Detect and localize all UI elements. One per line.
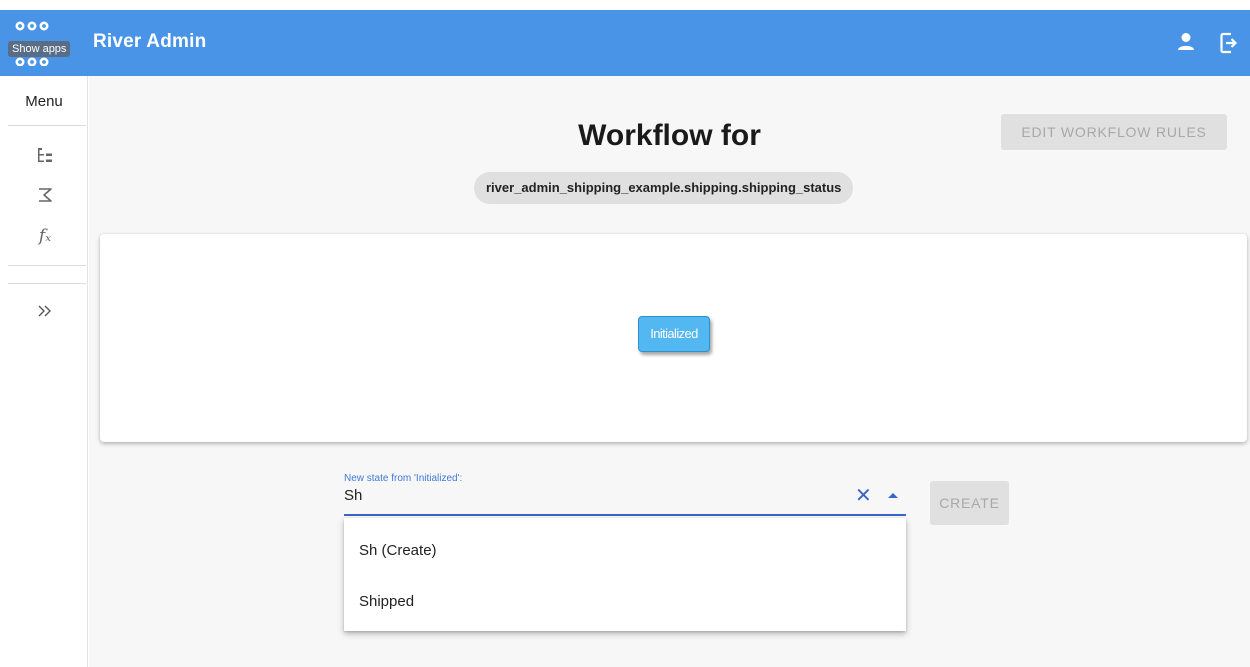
logout-icon[interactable] [1220,32,1238,59]
show-apps-button[interactable]: Show apps [6,20,71,66]
sidebar-divider [8,125,86,126]
sigma-icon[interactable] [33,186,57,209]
sidebar: Menu 𝑓ₓ [0,76,88,667]
user-icon[interactable] [1177,32,1195,57]
top-app-bar: Show apps River Admin [0,10,1250,76]
workflow-id-chip: river_admin_shipping_example.shipping.sh… [474,172,854,204]
edit-workflow-rules-button[interactable]: EDIT WORKFLOW RULES [1001,114,1227,150]
state-node-initialized[interactable]: Initialized [638,316,710,352]
show-apps-tooltip: Show apps [8,41,71,57]
app-title: River Admin [93,31,207,52]
function-icon[interactable]: 𝑓ₓ [33,225,57,247]
new-state-input[interactable]: Sh [344,487,362,504]
sidebar-divider [8,265,86,266]
sidebar-divider [8,283,86,284]
collapse-arrow-icon[interactable] [888,493,898,498]
menu-label: Menu [25,93,63,110]
tree-icon[interactable] [33,146,57,169]
workflow-diagram: Initialized [100,234,1247,442]
expand-icon[interactable] [33,302,57,325]
dropdown-option-shipped[interactable]: Shipped [359,593,414,610]
new-state-field[interactable]: New state from 'Initialized': Sh ✕ [344,471,906,516]
state-options-dropdown: Sh (Create) Shipped [344,518,906,631]
clear-icon[interactable]: ✕ [855,486,872,506]
new-state-label: New state from 'Initialized': [344,473,463,484]
create-button[interactable]: CREATE [930,481,1009,525]
dropdown-option-create[interactable]: Sh (Create) [359,542,437,559]
main-content: Workflow for EDIT WORKFLOW RULES river_a… [89,76,1250,667]
field-underline [344,514,906,516]
